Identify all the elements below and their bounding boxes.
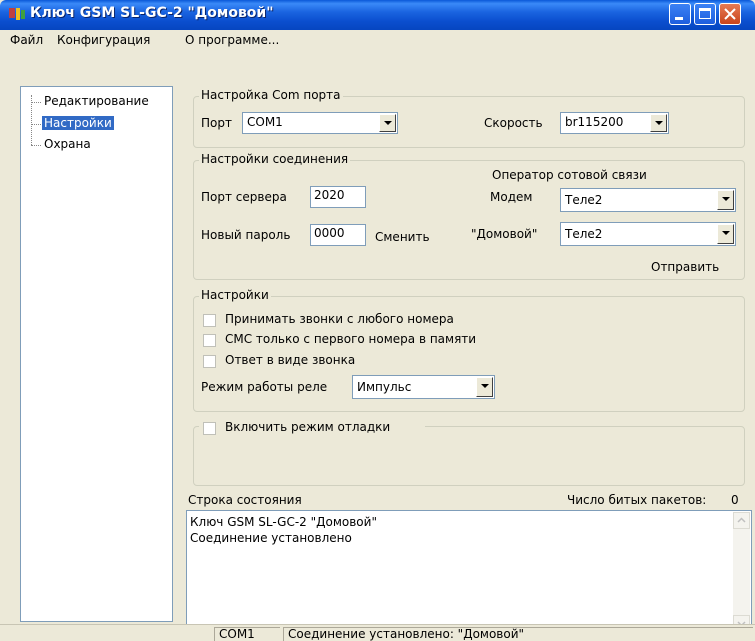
maximize-button[interactable] bbox=[694, 3, 716, 25]
domovoy-label: "Домовой" bbox=[471, 227, 538, 241]
window-title: Ключ GSM SL-GC-2 "Домовой" bbox=[30, 5, 274, 21]
debug-group bbox=[193, 426, 745, 486]
scroll-up-button[interactable] bbox=[733, 512, 750, 529]
server-port-label: Порт сервера bbox=[201, 190, 287, 204]
domovoy-operator-value: Теле2 bbox=[565, 227, 603, 241]
reply-as-call-label[interactable]: Ответ в виде звонка bbox=[225, 353, 355, 367]
speed-label: Скорость bbox=[484, 116, 543, 130]
close-icon bbox=[724, 8, 736, 20]
settings-group-title: Настройки bbox=[199, 288, 271, 302]
status-log[interactable]: Ключ GSM SL-GC-2 "Домовой" Соединение ус… bbox=[186, 510, 752, 634]
menu-bar: Файл Конфигурация О программе... bbox=[0, 30, 755, 52]
relay-mode-select[interactable]: Импульс bbox=[352, 375, 495, 399]
status-log-line: Ключ GSM SL-GC-2 "Домовой" bbox=[190, 515, 377, 529]
close-button[interactable] bbox=[719, 3, 741, 25]
status-label: Строка состояния bbox=[188, 493, 302, 507]
sms-first-number-label[interactable]: СМС только с первого номера в памяти bbox=[225, 332, 476, 346]
menu-configuration[interactable]: Конфигурация bbox=[57, 33, 150, 47]
bad-packets-count: 0 bbox=[731, 493, 739, 507]
modem-operator-select[interactable]: Теле2 bbox=[560, 188, 736, 212]
sms-first-number-checkbox[interactable] bbox=[203, 334, 216, 347]
chevron-down-icon[interactable] bbox=[717, 190, 734, 210]
chevron-down-icon[interactable] bbox=[650, 114, 667, 132]
port-label: Порт bbox=[201, 116, 232, 130]
debug-mode-label[interactable]: Включить режим отладки bbox=[225, 420, 390, 434]
menu-about[interactable]: О программе... bbox=[185, 33, 279, 47]
chevron-down-icon[interactable] bbox=[476, 377, 493, 397]
minimize-icon bbox=[675, 17, 683, 20]
vertical-scrollbar[interactable] bbox=[733, 512, 750, 632]
domovoy-operator-select[interactable]: Теле2 bbox=[560, 222, 736, 246]
modem-operator-value: Теле2 bbox=[565, 193, 603, 207]
accept-any-number-label[interactable]: Принимать звонки с любого номера bbox=[225, 312, 454, 326]
tree-item-security[interactable]: Охрана bbox=[42, 137, 93, 151]
accept-any-number-checkbox[interactable] bbox=[203, 314, 216, 327]
maximize-icon bbox=[699, 8, 711, 19]
menu-file[interactable]: Файл bbox=[10, 33, 43, 47]
status-bar: COM1 Соединение установлено: "Домовой" bbox=[0, 624, 755, 641]
speed-select-value: br115200 bbox=[565, 115, 624, 129]
new-password-label: Новый пароль bbox=[201, 228, 291, 242]
com-port-group-title: Настройка Com порта bbox=[199, 88, 343, 102]
tree-item-editing[interactable]: Редактирование bbox=[42, 94, 151, 108]
tree-item-settings[interactable]: Настройки bbox=[42, 116, 114, 130]
tree-connector bbox=[31, 145, 41, 146]
status-log-line: Соединение установлено bbox=[190, 531, 352, 545]
port-select[interactable]: COM1 bbox=[242, 112, 398, 134]
connection-group-title: Настройки соединения bbox=[199, 152, 351, 166]
tree-connector bbox=[31, 102, 41, 103]
statusbar-port: COM1 bbox=[214, 627, 280, 641]
app-icon bbox=[9, 8, 25, 20]
modem-label: Модем bbox=[490, 190, 533, 204]
tree-connector bbox=[31, 124, 41, 125]
navigation-tree[interactable]: Редактирование Настройки Охрана bbox=[20, 86, 173, 622]
speed-select[interactable]: br115200 bbox=[560, 112, 669, 134]
statusbar-message: Соединение установлено: "Домовой" bbox=[283, 627, 753, 641]
minimize-button[interactable] bbox=[669, 3, 691, 25]
new-password-input[interactable]: 0000 bbox=[310, 224, 366, 246]
relay-mode-value: Импульс bbox=[357, 380, 412, 394]
chevron-down-icon[interactable] bbox=[379, 114, 396, 132]
port-select-value: COM1 bbox=[247, 115, 283, 129]
bad-packets-label: Число битых пакетов: bbox=[567, 493, 707, 507]
server-port-input[interactable]: 2020 bbox=[310, 186, 366, 208]
chevron-up-icon bbox=[737, 517, 746, 523]
change-password-button[interactable]: Сменить bbox=[375, 230, 430, 244]
debug-mode-checkbox[interactable] bbox=[203, 422, 216, 435]
reply-as-call-checkbox[interactable] bbox=[203, 355, 216, 368]
relay-mode-label: Режим работы реле bbox=[201, 380, 328, 394]
chevron-down-icon[interactable] bbox=[717, 224, 734, 244]
send-button[interactable]: Отправить bbox=[651, 260, 719, 274]
operator-title: Оператор сотовой связи bbox=[490, 168, 649, 182]
